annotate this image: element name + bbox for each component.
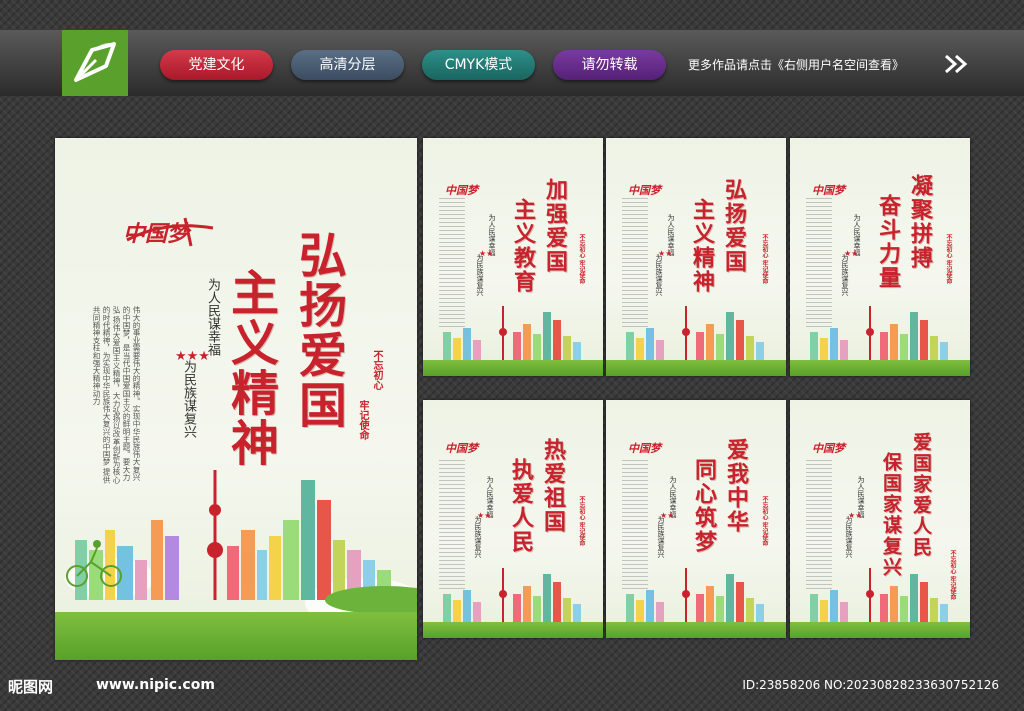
main-seal-2: 牢记使命 — [357, 400, 368, 440]
poster-title-1: 加强爱国 — [542, 178, 568, 274]
tag-no-repost[interactable]: 请勿转载 — [553, 50, 666, 80]
footer-brand[interactable]: 昵图网 — [8, 676, 53, 697]
poster-title-2: 主义精神 — [689, 198, 715, 294]
cyclist-icon — [66, 540, 122, 587]
poster-title-1: 爱国家爱人民 — [910, 432, 932, 558]
china-dream-brand: 中国梦 — [628, 184, 661, 197]
poster-subtitle-2: 为民族谋复兴 — [841, 254, 849, 296]
double-arrow-icon[interactable] — [944, 54, 970, 74]
poster-seal: 不忘初心 牢记使命 — [578, 496, 585, 547]
grass-ground — [606, 360, 786, 376]
star-icon: ★★ — [848, 511, 863, 520]
skyline-illustration — [810, 568, 948, 624]
main-seal-1: 不忘初心 — [371, 350, 382, 390]
china-dream-brand: 中国梦 — [812, 184, 845, 197]
poster-title-1: 弘扬爱国 — [721, 178, 747, 274]
poster-subtitle-2: 为民族谋复兴 — [655, 254, 663, 296]
poster-subtitle-2: 为民族谋复兴 — [657, 516, 665, 558]
grass-ground — [423, 622, 603, 638]
poster-seal: 不忘初心 牢记使命 — [945, 234, 952, 285]
star-icon: ★★ — [658, 249, 673, 258]
poster-title-1: 爱我中华 — [723, 438, 749, 534]
skyline-illustration — [626, 306, 764, 362]
brand-swoosh-icon — [126, 217, 214, 247]
main-poster[interactable]: 中国梦 伟大的事业需要伟大的精神。实现中华民族伟大复兴 的中国梦，是当代中国爱国… — [55, 138, 417, 660]
skyline-illustration — [75, 470, 417, 614]
star-icon: ★★★ — [175, 349, 210, 364]
star-icon: ★★ — [660, 511, 675, 520]
poster-seal: 不忘初心 牢记使命 — [761, 496, 768, 547]
small-poster-1[interactable]: 中国梦 加强爱国 主义教育 为人民谋幸福 为民族谋复兴 ★★ 不忘初心 牢记使命 — [423, 138, 603, 376]
poster-title-2: 执爱人民 — [508, 458, 534, 554]
grass-ground — [790, 360, 970, 376]
china-dream-brand: 中国梦 — [812, 442, 845, 455]
star-icon: ★★ — [477, 511, 492, 520]
poster-title-2: 主义教育 — [510, 198, 536, 294]
poster-title-2: 奋斗力量 — [875, 194, 901, 290]
tag-hd-layers[interactable]: 高清分层 — [291, 50, 404, 80]
poster-title-1: 凝聚拼搏 — [907, 174, 933, 270]
grass-ground — [606, 622, 786, 638]
logo-pen-icon[interactable] — [62, 30, 128, 96]
grass-ground — [790, 622, 970, 638]
tag-cmyk-mode[interactable]: CMYK模式 — [422, 50, 535, 80]
poster-seal: 不忘初心 牢记使命 — [578, 234, 585, 285]
main-title-1: 弘扬爱国 — [290, 230, 346, 430]
skyline-illustration — [443, 306, 581, 362]
poster-title-2: 同心筑梦 — [691, 458, 717, 554]
skyline-illustration — [443, 568, 581, 624]
small-poster-2[interactable]: 中国梦 弘扬爱国 主义精神 为人民谋幸福 为民族谋复兴 ★★ 不忘初心 牢记使命 — [606, 138, 786, 376]
small-poster-6[interactable]: 中国梦 爱国家爱人民 保国家谋复兴 为人民谋幸福 为民族谋复兴 ★★ 不忘初心 … — [790, 400, 970, 638]
china-dream-brand: 中国梦 — [445, 442, 478, 455]
poster-subtitle-2: 为民族谋复兴 — [476, 254, 484, 296]
header-note[interactable]: 更多作品请点击《右侧用户名空间查看》 — [688, 56, 904, 73]
tag-party-culture[interactable]: 党建文化 — [160, 50, 273, 80]
poster-title-2: 保国家谋复兴 — [880, 452, 902, 578]
footer-id: ID:23858206 NO:20230828233630752126 — [742, 678, 999, 692]
china-dream-brand: 中国梦 — [445, 184, 478, 197]
small-poster-5[interactable]: 中国梦 爱我中华 同心筑梦 为人民谋幸福 为民族谋复兴 ★★ 不忘初心 牢记使命 — [606, 400, 786, 638]
star-icon: ★★ — [844, 249, 859, 258]
main-subtitle-2: 为民族谋复兴 — [181, 360, 196, 438]
footer-url-link[interactable]: www.nipic.com — [96, 677, 215, 693]
main-title-2: 主义精神 — [222, 268, 278, 468]
skyline-illustration — [810, 306, 948, 362]
small-poster-3[interactable]: 中国梦 凝聚拼搏 奋斗力量 为人民谋幸福 为民族谋复兴 ★★ 不忘初心 牢记使命 — [790, 138, 970, 376]
grass-ground — [55, 612, 417, 660]
china-dream-brand: 中国梦 — [628, 442, 661, 455]
poster-seal: 不忘初心 牢记使命 — [761, 234, 768, 285]
small-poster-4[interactable]: 中国梦 热爱祖国 执爱人民 为人民谋幸福 为民族谋复兴 ★★ 不忘初心 牢记使命 — [423, 400, 603, 638]
skyline-illustration — [626, 568, 764, 624]
star-icon: ★★ — [479, 249, 494, 258]
poster-subtitle-2: 为民族谋复兴 — [474, 516, 482, 558]
grass-ground — [423, 360, 603, 376]
poster-title-1: 热爱祖国 — [540, 438, 566, 534]
poster-subtitle-2: 为民族谋复兴 — [845, 516, 853, 558]
